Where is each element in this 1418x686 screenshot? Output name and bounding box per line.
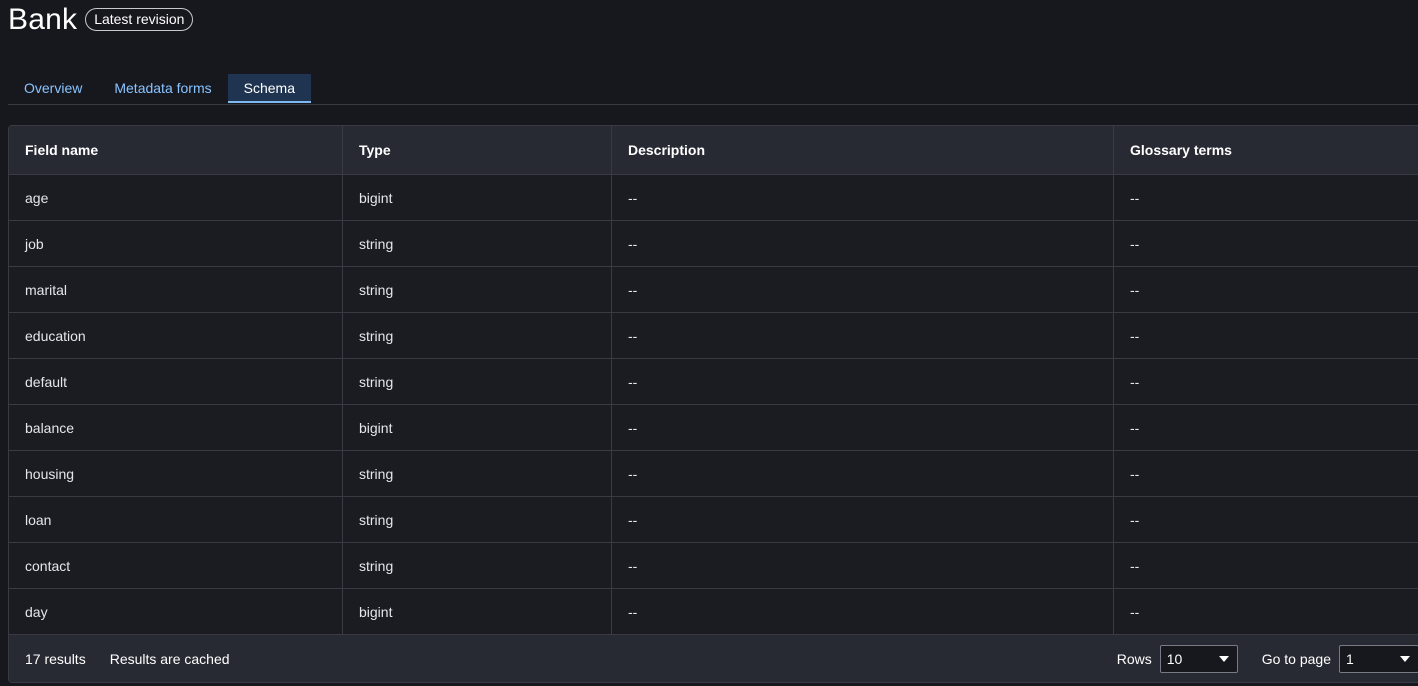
table-row: marital string -- --	[9, 266, 1418, 313]
cache-status: Results are cached	[109, 651, 230, 667]
cell-glossary-terms: --	[1113, 542, 1418, 589]
cell-glossary-terms: --	[1113, 174, 1418, 221]
page-header: Bank Latest revision	[8, 2, 194, 38]
column-header-description: Description	[611, 126, 1114, 175]
table-row: education string -- --	[9, 312, 1418, 359]
go-to-page-label: Go to page	[1261, 651, 1331, 667]
cell-type: string	[342, 312, 612, 359]
table-row: day bigint -- --	[9, 588, 1418, 634]
table-header-row: Field name Type Description Glossary ter…	[9, 126, 1418, 175]
page-select[interactable]: 1	[1339, 645, 1418, 673]
cell-field-name: day	[9, 588, 343, 634]
schema-table-container: Field name Type Description Glossary ter…	[8, 125, 1418, 683]
cell-description: --	[611, 450, 1114, 497]
cell-field-name: balance	[9, 404, 343, 451]
cell-type: string	[342, 220, 612, 267]
table-row: age bigint -- --	[9, 174, 1418, 221]
table-row: contact string -- --	[9, 542, 1418, 589]
cell-description: --	[611, 174, 1114, 221]
column-header-type: Type	[342, 126, 612, 175]
page-title: Bank	[8, 3, 78, 36]
cell-field-name: age	[9, 174, 343, 221]
cell-glossary-terms: --	[1113, 450, 1418, 497]
cell-description: --	[611, 588, 1114, 634]
cell-description: --	[611, 358, 1114, 405]
table-row: housing string -- --	[9, 450, 1418, 497]
cell-description: --	[611, 542, 1114, 589]
cell-field-name: education	[9, 312, 343, 359]
cell-type: bigint	[342, 588, 612, 634]
cell-type: bigint	[342, 404, 612, 451]
schema-table: Field name Type Description Glossary ter…	[9, 126, 1418, 634]
cell-description: --	[611, 312, 1114, 359]
cell-glossary-terms: --	[1113, 496, 1418, 543]
cell-glossary-terms: --	[1113, 266, 1418, 313]
cell-field-name: marital	[9, 266, 343, 313]
cell-type: string	[342, 266, 612, 313]
revision-badge: Latest revision	[85, 8, 194, 31]
page-select-value: 1	[1346, 651, 1354, 667]
cell-field-name: default	[9, 358, 343, 405]
cell-type: string	[342, 358, 612, 405]
cell-field-name: housing	[9, 450, 343, 497]
table-row: balance bigint -- --	[9, 404, 1418, 451]
rows-select-value: 10	[1166, 651, 1183, 667]
tab-schema[interactable]: Schema	[227, 74, 311, 103]
cell-field-name: contact	[9, 542, 343, 589]
cell-type: string	[342, 542, 612, 589]
tab-metadata-forms[interactable]: Metadata forms	[98, 74, 227, 103]
cell-description: --	[611, 266, 1114, 313]
cell-glossary-terms: --	[1113, 404, 1418, 451]
cell-glossary-terms: --	[1113, 588, 1418, 634]
cell-type: string	[342, 450, 612, 497]
cell-field-name: loan	[9, 496, 343, 543]
cell-glossary-terms: --	[1113, 312, 1418, 359]
chevron-down-icon	[1218, 656, 1229, 662]
cell-field-name: job	[9, 220, 343, 267]
rows-label: Rows	[1116, 651, 1152, 667]
table-row: loan string -- --	[9, 496, 1418, 543]
cell-glossary-terms: --	[1113, 220, 1418, 267]
cell-type: bigint	[342, 174, 612, 221]
table-footer: 17 results Results are cached Rows 10 Go…	[9, 634, 1418, 682]
cell-description: --	[611, 220, 1114, 267]
results-count: 17 results	[25, 651, 86, 667]
tab-overview[interactable]: Overview	[8, 74, 98, 103]
column-header-glossary-terms: Glossary terms	[1113, 126, 1418, 175]
cell-description: --	[611, 404, 1114, 451]
cell-description: --	[611, 496, 1114, 543]
chevron-down-icon	[1400, 656, 1410, 662]
cell-type: string	[342, 496, 612, 543]
rows-select[interactable]: 10	[1159, 645, 1238, 673]
tab-bar: Overview Metadata forms Schema	[8, 74, 1418, 105]
cell-glossary-terms: --	[1113, 358, 1418, 405]
column-header-field-name: Field name	[9, 126, 343, 175]
table-row: job string -- --	[9, 220, 1418, 267]
table-row: default string -- --	[9, 358, 1418, 405]
